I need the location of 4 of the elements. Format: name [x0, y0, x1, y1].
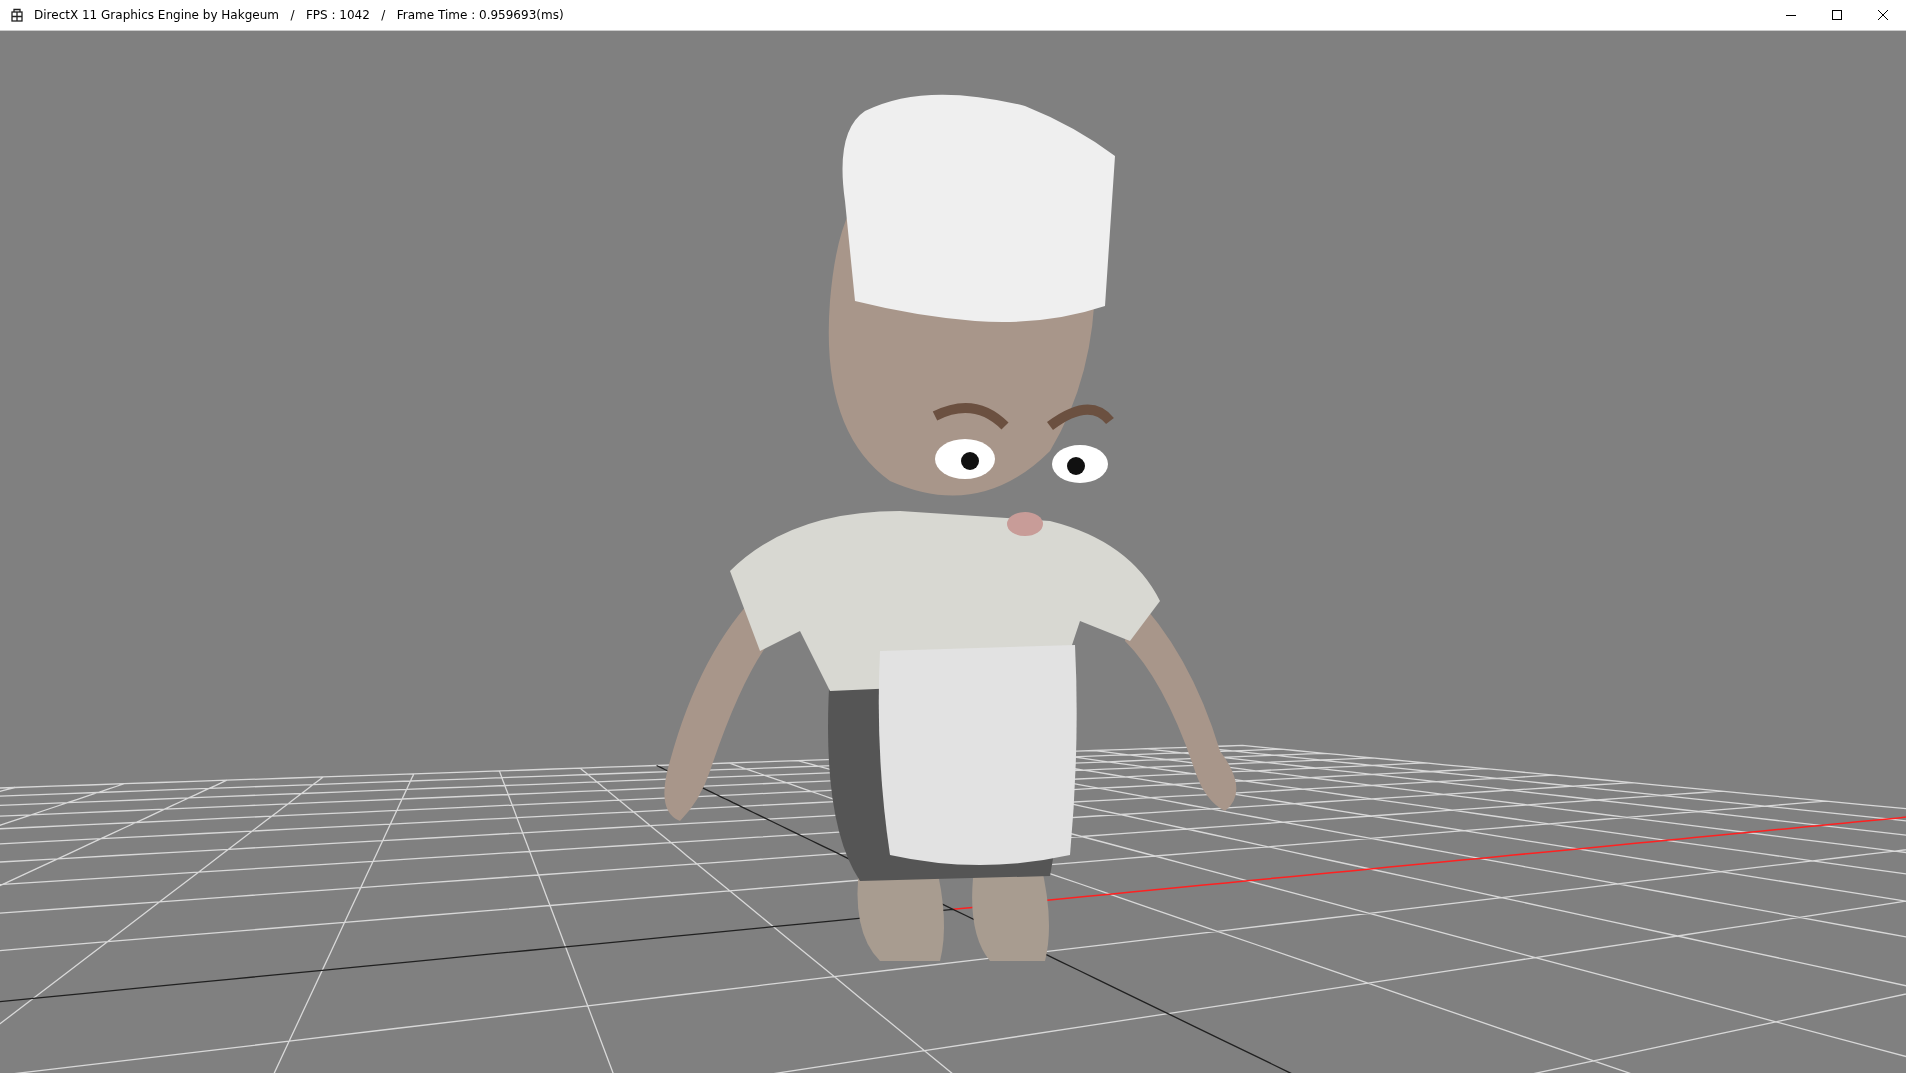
window-title: DirectX 11 Graphics Engine by Hakgeum / FPS : 1042 / Frame Time : 0.959693(ms) — [34, 8, 564, 22]
close-icon[interactable] — [1877, 9, 1889, 21]
maximize-icon[interactable] — [1831, 9, 1843, 21]
app-icon — [10, 8, 24, 22]
